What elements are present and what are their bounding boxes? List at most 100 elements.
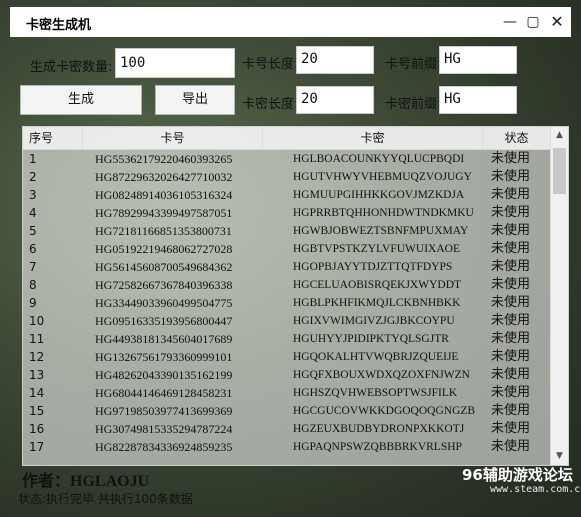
row-index: 2 [29,170,37,184]
watermark-url: www.steam.com.cn [490,484,581,495]
table-header: 序号 卡号 卡密 状态 [23,127,551,150]
card-number: HG33449033960499504775 [95,296,233,310]
scroll-down-icon[interactable]: ▼ [551,448,568,465]
row-status: 未使用 [491,223,531,238]
row-index: 9 [29,296,37,310]
table-row[interactable]: 10 HG09516335193956800447 HGIXVWIMGIVZJGJB… [23,312,551,330]
card-number: HG55362179220460393265 [95,152,233,166]
row-status: 未使用 [491,169,531,184]
title-bar: 卡密生成机 — ▢ ✕ [10,7,571,37]
row-status: 未使用 [491,205,531,220]
row-index: 3 [29,188,37,202]
card-password: HGBLPKHFIKMQJLCKBNHBKK [293,297,461,309]
row-status: 未使用 [491,403,531,418]
col-header-index[interactable]: 序号 [23,127,83,149]
row-index: 10 [29,314,45,328]
close-icon[interactable]: ✕ [546,12,568,32]
scroll-up-icon[interactable]: ▲ [551,127,568,144]
card-password: HGPAQNPSWZQBBBRKVRLSHP [293,441,462,453]
table-row[interactable]: 9 HG33449033960499504775 HGBLPKHFIKMQJLCKB… [23,294,551,312]
table-row[interactable]: 2 HG87229632026427710032 HGUTVHWYVHEBMUQZV… [23,168,551,186]
maximize-icon[interactable]: ▢ [522,12,544,32]
card-number: HG05192219468062727028 [95,242,233,256]
card-password: HGUTVHWYVHEBMUQZVOJUGY [293,171,472,183]
table-row[interactable]: 15 HG97198503977413699369 HGCGUCOVWKKDGOQO… [23,402,551,420]
row-status: 未使用 [491,349,531,364]
pwd-length-input[interactable]: 20 [296,86,374,114]
table-row[interactable]: 4 HG78929943399497587051 HGPRRBTQHHONHDWTN… [23,204,551,222]
window-title: 卡密生成机 [26,18,92,33]
table-row[interactable]: 3 HG08248914036105316324 HGMUUPGIHHKKGOVJM… [23,186,551,204]
table-row[interactable]: 11 HG44938181345604017689 HGUHYYJPIDIPKTYQ… [23,330,551,348]
card-number: HG82287834336924859235 [95,440,233,454]
table-row[interactable]: 12 HG13267561793360999101 HGQOKALHTVWQBRJZ… [23,348,551,366]
card-password: HGOPBJAYYTDJZTTQTFDYPS [293,261,453,273]
card-number: HG72582667367840396338 [95,278,233,292]
row-index: 4 [29,206,37,220]
count-input[interactable]: 100 [115,48,235,78]
row-status: 未使用 [491,187,531,202]
table-body: 1 HG55362179220460393265 HGLBOACOUNKYYQLUC… [23,150,551,456]
table-row[interactable]: 1 HG55362179220460393265 HGLBOACOUNKYYQLUC… [23,150,551,168]
row-status: 未使用 [491,151,531,166]
card-number: HG09516335193956800447 [95,314,233,328]
author-label: 作者：HGLAOJU [22,473,150,490]
card-prefix-label: 卡号前缀: [385,57,442,72]
card-password: HGCGUCOVWKKDGOQOQGNGZB [293,405,476,417]
table-row[interactable]: 6 HG05192219468062727028 HGBTVPSTKZYLVFUWU… [23,240,551,258]
vertical-scrollbar[interactable]: ▲ ▼ [550,127,568,465]
row-index: 12 [29,350,45,364]
row-status: 未使用 [491,259,531,274]
col-header-password[interactable]: 卡密 [263,127,483,149]
row-index: 6 [29,242,37,256]
row-index: 17 [29,440,45,454]
card-number: HG97198503977413699369 [95,404,233,418]
card-length-label: 卡号长度: [242,57,299,72]
card-number: HG08248914036105316324 [95,188,233,202]
card-prefix-input[interactable]: HG [439,46,517,74]
pwd-prefix-label: 卡密前缀: [385,97,442,112]
card-length-input[interactable]: 20 [296,46,374,74]
card-password: HGLBOACOUNKYYQLUCPBQDI [293,153,465,165]
row-index: 16 [29,422,45,436]
export-button[interactable]: 导出 [155,85,235,115]
generate-button[interactable]: 生成 [20,85,142,115]
scrollbar-thumb[interactable] [553,148,566,194]
card-number: HG78929943399497587051 [95,206,233,220]
table-row[interactable]: 16 HG30749815335294787224 HGZEUXBUDBYDRONP… [23,420,551,438]
watermark-title: 96辅助游戏论坛 [462,466,573,484]
row-index: 11 [29,332,45,346]
count-label: 生成卡密数量: [30,60,113,75]
row-status: 未使用 [491,421,531,436]
col-header-status[interactable]: 状态 [483,127,551,149]
card-password: HGPRRBTQHHONHDWTNDKMKU [293,207,474,219]
row-index: 1 [29,152,37,166]
row-status: 未使用 [491,385,531,400]
table-row[interactable]: 7 HG56145608700549684362 HGOPBJAYYTDJZTTQT… [23,258,551,276]
table-row[interactable]: 13 HG48262043390135162199 HGQFXBOUXWDXQZOX… [23,366,551,384]
row-status: 未使用 [491,313,531,328]
row-status: 未使用 [491,241,531,256]
card-password: HGUHYYJPIDIPKTYQLSGJTR [293,333,449,345]
card-number: HG72181166851353800731 [95,224,232,238]
card-password: HGZEUXBUDBYDRONPXKKOTJ [293,423,465,435]
row-index: 13 [29,368,45,382]
card-password: HGMUUPGIHHKKGOVJMZKDJA [293,189,465,201]
minimize-icon[interactable]: — [499,12,521,32]
card-password: HGIXVWIMGIVZJGJBKCOYPU [293,315,455,327]
card-number: HG48262043390135162199 [95,368,233,382]
row-index: 7 [29,260,37,274]
col-header-card[interactable]: 卡号 [83,127,263,149]
table-row[interactable]: 5 HG72181166851353800731 HGWBJOBWEZTSBNFMP… [23,222,551,240]
card-table[interactable]: 序号 卡号 卡密 状态 1 HG55362179220460393265 HGLBO… [22,126,569,466]
table-row[interactable]: 8 HG72582667367840396338 HGCELUAOBISRQEKJX… [23,276,551,294]
pwd-prefix-input[interactable]: HG [439,86,517,114]
pwd-length-label: 卡密长度: [242,97,299,112]
card-password: HGBTVPSTKZYLVFUWUIXAOE [293,243,460,255]
card-number: HG56145608700549684362 [95,260,233,274]
table-row[interactable]: 17 HG82287834336924859235 HGPAQNPSWZQBBBRK… [23,438,551,456]
row-status: 未使用 [491,439,531,454]
table-row[interactable]: 14 HG68044146469128458231 HGHSZQVHWEBSOPTW… [23,384,551,402]
row-index: 5 [29,224,37,238]
card-password: HGQOKALHTVWQBRJZQUEIJE [293,351,459,363]
